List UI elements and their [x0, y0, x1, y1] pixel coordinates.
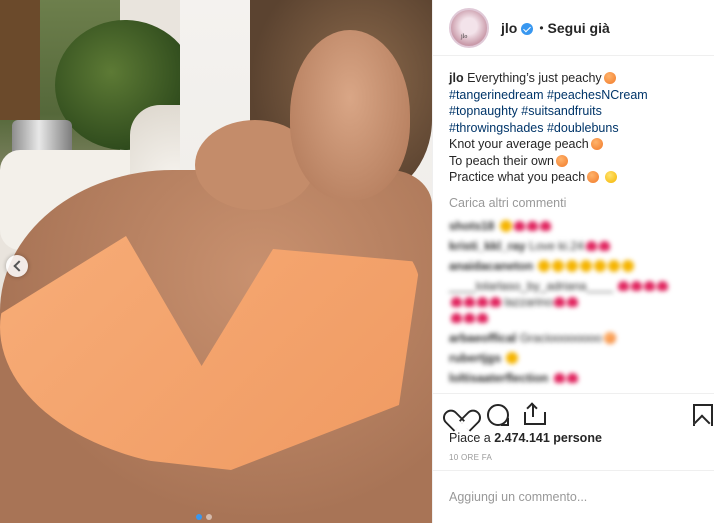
heart-emoji-icon	[513, 221, 525, 231]
comment-composer	[433, 470, 714, 523]
heart-emoji-icon	[585, 241, 597, 251]
heart-emoji-icon	[477, 297, 488, 307]
peach-emoji-icon	[587, 171, 600, 183]
heart-emoji-icon	[567, 297, 579, 307]
heart-emoji-icon	[598, 241, 610, 251]
comment-text: Gracioooooooo	[519, 331, 602, 345]
list-item: kristi_kkl_ray Love ki.24	[449, 238, 699, 254]
chevron-left-icon[interactable]	[6, 255, 28, 277]
bookmark-icon[interactable]	[689, 402, 713, 426]
caption-hashtags-1[interactable]: #tangerinedream #peachesNCream	[449, 87, 701, 104]
peach-emoji-icon	[555, 154, 568, 167]
post-header: jlo • Segui già	[433, 0, 714, 56]
list-item: loltisaaterflection	[449, 370, 699, 386]
post-photo[interactable]	[0, 0, 432, 523]
heart-emoji-icon	[644, 281, 656, 291]
heart-emoji-icon	[490, 297, 501, 307]
likes-prefix: Piace a	[449, 431, 491, 445]
photo-door	[0, 0, 40, 120]
caption-line-1: jlo Everything’s just peachy	[449, 70, 701, 87]
carousel-dot	[206, 514, 212, 520]
caption-text: Everything’s just peachy	[467, 71, 602, 85]
comment-text: lazzarino	[504, 295, 553, 309]
peach-emoji-icon	[603, 332, 616, 344]
comments-list: shots18 kristi_kkl_ray Love ki.24 anaida…	[449, 214, 699, 390]
smile-emoji-icon	[594, 260, 607, 272]
likes-suffix: persone	[553, 431, 602, 445]
heart-emoji-icon	[618, 281, 630, 291]
heart-emoji-icon	[566, 373, 578, 383]
carousel-dot-active	[196, 514, 202, 520]
comment-username[interactable]: kristi_kkl_ray	[449, 239, 526, 253]
heart-emoji-icon	[631, 281, 643, 291]
caption-text: Practice what you peach	[449, 170, 586, 184]
photo-face	[290, 30, 410, 200]
caption-hashtags-2[interactable]: #topnaughty #suitsandfruits	[449, 103, 701, 120]
smile-emoji-icon	[566, 260, 579, 272]
header-separator: •	[539, 20, 544, 35]
heart-emoji-icon	[464, 297, 475, 307]
verified-badge-icon	[521, 22, 534, 35]
caption-text: To peach their own	[449, 153, 554, 168]
list-item: anaidacaneton	[449, 258, 699, 274]
comment-text: Love ki.24	[529, 239, 584, 253]
list-item: ____lolarlaso_by_adriana____ lazzarino	[449, 278, 699, 326]
carousel-dots	[196, 514, 212, 520]
comment-username[interactable]: anaidacaneton	[449, 259, 533, 273]
post-actions	[433, 393, 714, 433]
caption-username[interactable]: jlo	[449, 71, 464, 85]
post-caption: jlo Everything’s just peachy #tangerined…	[449, 70, 701, 186]
list-item: shots18	[449, 218, 699, 234]
comment-username[interactable]: shots18	[449, 219, 494, 233]
peach-emoji-icon	[603, 72, 616, 84]
likes-number: 2.474.141	[494, 431, 550, 445]
heart-emoji-icon	[554, 297, 566, 307]
caption-text: Knot your average peach	[449, 137, 589, 151]
heart-emoji-icon	[451, 313, 462, 323]
caption-line-6: To peach their own	[449, 153, 701, 170]
comment-username[interactable]: rubertjgs	[449, 351, 501, 365]
smile-emoji-icon	[608, 260, 621, 272]
post-sidebar: jlo • Segui già jlo Everything’s just pe…	[432, 0, 714, 523]
share-arrow	[526, 402, 538, 414]
smile-emoji-icon	[538, 260, 551, 272]
laughing-emoji-icon	[604, 171, 617, 183]
post-timestamp[interactable]: 10 ORE FA	[449, 453, 492, 462]
heart-emoji-icon	[553, 373, 565, 383]
caption-line-7: Practice what you peach	[449, 169, 701, 186]
heart-emoji-icon	[657, 281, 669, 291]
list-item: rubertjgs	[449, 350, 699, 366]
smile-emoji-icon	[580, 260, 593, 272]
comment-bubble-icon[interactable]	[485, 402, 509, 426]
heart-emoji-icon	[477, 313, 488, 323]
heart-emoji-icon	[526, 221, 538, 231]
list-item: arbaeoffical Gracioooooooo	[449, 330, 699, 346]
comment-username[interactable]: loltisaaterflection	[449, 371, 548, 385]
likes-count[interactable]: Piace a 2.474.141 persone	[449, 431, 602, 445]
caption-line-5: Knot your average peach	[449, 136, 701, 153]
smile-emoji-icon	[552, 260, 565, 272]
smile-emoji-icon	[499, 220, 512, 232]
post-username[interactable]: jlo	[501, 20, 517, 36]
comment-text: ____lolarlaso_by_adriana____	[449, 279, 614, 293]
heart-emoji-icon	[539, 221, 551, 231]
comment-input[interactable]	[449, 487, 699, 507]
comment-username[interactable]: arbaeoffical	[449, 331, 516, 345]
heart-icon[interactable]	[449, 402, 473, 426]
load-more-comments[interactable]: Carica altri commenti	[449, 196, 566, 210]
smile-emoji-icon	[622, 260, 635, 272]
smile-emoji-icon	[506, 352, 519, 364]
heart-emoji-icon	[451, 297, 462, 307]
caption-hashtags-3[interactable]: #throwingshades #doublebuns	[449, 120, 701, 137]
heart-emoji-icon	[464, 313, 475, 323]
avatar[interactable]	[449, 7, 489, 48]
follow-button[interactable]: Segui già	[548, 20, 610, 36]
peach-emoji-icon	[590, 138, 603, 150]
share-icon[interactable]	[521, 402, 546, 426]
